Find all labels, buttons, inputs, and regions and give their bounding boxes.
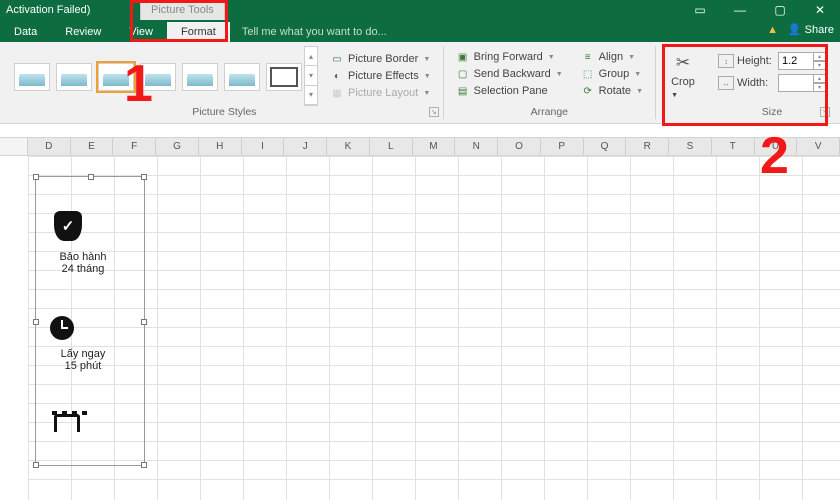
- picture-border-button[interactable]: ▭Picture Border▼: [328, 51, 433, 67]
- align-button[interactable]: ≡Align▼: [579, 49, 645, 65]
- worksheet-grid[interactable]: ✓ Bảo hành 24 tháng Lấy ngay 15 phút: [0, 156, 840, 500]
- resize-handle[interactable]: [33, 174, 39, 180]
- column-header[interactable]: D: [28, 138, 71, 155]
- select-all-corner[interactable]: [0, 138, 28, 155]
- tell-me-input[interactable]: Tell me what you want to do...: [230, 22, 399, 42]
- group-label: Picture Styles: [12, 106, 437, 119]
- effects-icon: ◐: [330, 69, 344, 83]
- share-button[interactable]: 👤 Share: [788, 23, 834, 36]
- picture-style-6[interactable]: [224, 63, 260, 91]
- ribbon-options-icon[interactable]: ▭: [680, 0, 720, 20]
- resize-handle[interactable]: [33, 319, 39, 325]
- picture-effects-button[interactable]: ◐Picture Effects▼: [328, 68, 433, 84]
- maximize-icon[interactable]: ▢: [760, 0, 800, 20]
- chevron-down-icon: ▼: [423, 56, 430, 63]
- dialog-launcher-icon[interactable]: ↘: [429, 107, 439, 117]
- annotation-number-2: 2: [760, 126, 789, 186]
- column-header[interactable]: J: [284, 138, 327, 155]
- formula-bar-area: [0, 124, 840, 138]
- group-icon: ⬚: [581, 67, 595, 81]
- column-header[interactable]: V: [797, 138, 840, 155]
- picture-style-7[interactable]: [266, 63, 302, 91]
- column-header[interactable]: L: [370, 138, 413, 155]
- box-icon: [54, 414, 80, 432]
- warning-icon[interactable]: ▲: [767, 24, 778, 36]
- resize-handle[interactable]: [33, 462, 39, 468]
- column-header[interactable]: M: [413, 138, 456, 155]
- resize-handle[interactable]: [88, 174, 94, 180]
- styles-gallery-more[interactable]: ▴▾▾: [304, 46, 318, 106]
- send-backward-button[interactable]: ▢Send Backward▼: [454, 66, 565, 82]
- chevron-down-icon: ▼: [636, 88, 643, 95]
- selection-pane-icon: ▤: [456, 84, 470, 98]
- picture-style-1[interactable]: [14, 63, 50, 91]
- group-label: Arrange: [450, 106, 649, 119]
- rotate-icon: ⟳: [581, 84, 595, 98]
- layout-icon: ▦: [330, 86, 344, 100]
- align-icon: ≡: [581, 50, 595, 64]
- picture-layout-button: ▦Picture Layout▼: [328, 85, 433, 101]
- column-header[interactable]: O: [498, 138, 541, 155]
- column-header[interactable]: E: [71, 138, 114, 155]
- resize-handle[interactable]: [141, 462, 147, 468]
- rotate-button[interactable]: ⟳Rotate▼: [579, 83, 645, 99]
- pickup-text: Lấy ngay 15 phút: [38, 348, 128, 372]
- send-backward-icon: ▢: [456, 67, 470, 81]
- title-bar: Activation Failed) Picture Tools ▭ — ▢ ✕: [0, 0, 840, 20]
- column-header[interactable]: H: [199, 138, 242, 155]
- column-header[interactable]: Q: [584, 138, 627, 155]
- group-button[interactable]: ⬚Group▼: [579, 66, 645, 82]
- shield-check-icon: ✓: [54, 211, 82, 241]
- picture-style-2[interactable]: [56, 63, 92, 91]
- group-arrange: ▣Bring Forward▼ ▢Send Backward▼ ▤Selecti…: [444, 46, 656, 119]
- picture-style-5[interactable]: [182, 63, 218, 91]
- resize-handle[interactable]: [141, 174, 147, 180]
- column-header[interactable]: F: [113, 138, 156, 155]
- annotation-box-2: [662, 44, 828, 126]
- column-header[interactable]: N: [455, 138, 498, 155]
- chevron-down-icon: ▼: [628, 54, 635, 61]
- minimize-icon[interactable]: —: [720, 0, 760, 20]
- chevron-down-icon: ▼: [423, 90, 430, 97]
- column-headers: DEFGHIJKLMNOPQRSTUV: [0, 138, 840, 156]
- bring-forward-icon: ▣: [456, 50, 470, 64]
- bring-forward-button[interactable]: ▣Bring Forward▼: [454, 49, 565, 65]
- column-header[interactable]: R: [626, 138, 669, 155]
- chevron-down-icon: ▼: [634, 71, 641, 78]
- warranty-text: Bảo hành 24 tháng: [38, 251, 128, 275]
- clock-icon: [50, 316, 74, 340]
- close-icon[interactable]: ✕: [800, 0, 840, 20]
- annotation-number-1: 1: [124, 54, 153, 114]
- tab-review[interactable]: Review: [51, 22, 115, 42]
- column-header[interactable]: S: [669, 138, 712, 155]
- selection-pane-button[interactable]: ▤Selection Pane: [454, 83, 565, 99]
- column-header[interactable]: P: [541, 138, 584, 155]
- chevron-down-icon: ▼: [556, 71, 563, 78]
- annotation-box-1: [130, 0, 228, 42]
- chevron-down-icon: ▼: [548, 54, 555, 61]
- column-header[interactable]: T: [712, 138, 755, 155]
- activation-status: Activation Failed): [0, 4, 96, 16]
- column-header[interactable]: K: [327, 138, 370, 155]
- border-icon: ▭: [330, 52, 344, 66]
- group-picture-styles: ▴▾▾ ▭Picture Border▼ ◐Picture Effects▼ ▦…: [6, 46, 444, 119]
- column-header[interactable]: G: [156, 138, 199, 155]
- ribbon-tabs: Data Review View Format Tell me what you…: [0, 20, 840, 42]
- tab-data[interactable]: Data: [0, 22, 51, 42]
- chevron-down-icon: ▼: [424, 73, 431, 80]
- column-header[interactable]: I: [242, 138, 285, 155]
- resize-handle[interactable]: [141, 319, 147, 325]
